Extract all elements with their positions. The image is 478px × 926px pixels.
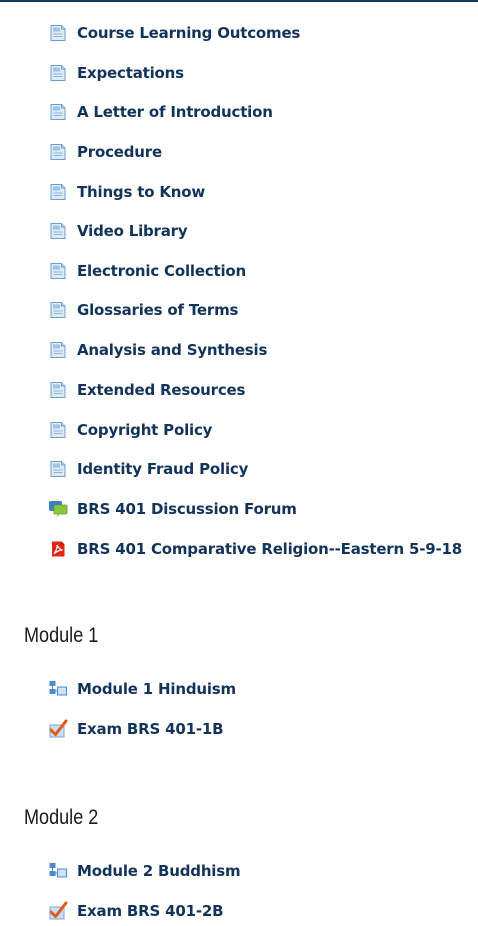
activity-video-library[interactable]: Video Library	[48, 219, 188, 243]
page-icon	[48, 300, 68, 320]
activity-exam-brs-401-1b[interactable]: Exam BRS 401-1B	[48, 717, 224, 741]
page-icon	[48, 420, 68, 440]
activity-comparative-religion-pdf[interactable]: BRS 401 Comparative Religion--Eastern 5-…	[48, 537, 462, 561]
forum-icon	[48, 499, 68, 519]
page-icon	[48, 102, 68, 122]
activity-module-2-buddhism[interactable]: Module 2 Buddhism	[48, 859, 241, 883]
page-icon	[48, 261, 68, 281]
activity-module-1-hinduism[interactable]: Module 1 Hinduism	[48, 677, 236, 701]
book-icon	[48, 679, 68, 699]
activity-glossaries-of-terms[interactable]: Glossaries of Terms	[48, 298, 238, 322]
book-icon	[48, 861, 68, 881]
quiz-icon	[48, 719, 68, 739]
page-icon	[48, 221, 68, 241]
page-icon	[48, 23, 68, 43]
activity-electronic-collection[interactable]: Electronic Collection	[48, 259, 246, 283]
activity-things-to-know[interactable]: Things to Know	[48, 180, 205, 204]
page-icon	[48, 340, 68, 360]
pdf-icon	[48, 539, 68, 559]
page-icon	[48, 182, 68, 202]
top-divider	[0, 0, 478, 2]
activity-exam-brs-401-2b[interactable]: Exam BRS 401-2B	[48, 899, 224, 923]
activity-expectations[interactable]: Expectations	[48, 61, 184, 85]
activity-copyright-policy[interactable]: Copyright Policy	[48, 418, 212, 442]
page-icon	[48, 142, 68, 162]
page-icon	[48, 459, 68, 479]
activity-procedure[interactable]: Procedure	[48, 140, 162, 164]
activity-identity-fraud-policy[interactable]: Identity Fraud Policy	[48, 457, 248, 481]
quiz-icon	[48, 901, 68, 921]
module-1-heading: Module 1	[24, 624, 99, 647]
page-icon	[48, 63, 68, 83]
activity-letter-of-introduction[interactable]: A Letter of Introduction	[48, 100, 273, 124]
module-2-heading: Module 2	[24, 806, 99, 829]
activity-extended-resources[interactable]: Extended Resources	[48, 378, 245, 402]
activity-analysis-and-synthesis[interactable]: Analysis and Synthesis	[48, 338, 267, 362]
activity-course-learning-outcomes[interactable]: Course Learning Outcomes	[48, 21, 300, 45]
page-icon	[48, 380, 68, 400]
activity-discussion-forum[interactable]: BRS 401 Discussion Forum	[48, 497, 297, 521]
